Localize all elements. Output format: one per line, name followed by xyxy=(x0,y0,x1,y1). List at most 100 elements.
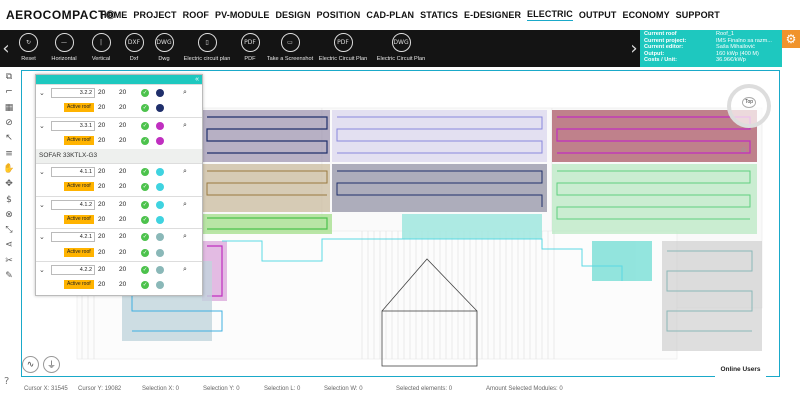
select-arrow-icon[interactable]: ↖ xyxy=(2,131,16,145)
scissors-icon[interactable]: ✂ xyxy=(2,254,16,268)
settings-gear-icon[interactable]: ⚙ xyxy=(782,30,800,48)
chevron-down-icon[interactable]: ⌄ xyxy=(39,89,45,97)
nav-item-project[interactable]: PROJECT xyxy=(133,10,176,21)
search-icon[interactable]: ⌕ xyxy=(183,88,187,97)
search-icon[interactable]: ⌕ xyxy=(183,200,187,209)
dollar-icon[interactable]: $ xyxy=(2,192,16,206)
active-roof-badge[interactable]: Active roof xyxy=(64,247,94,257)
layers-icon[interactable]: ≡ xyxy=(2,146,16,160)
string-id-field[interactable]: 4.1.2 xyxy=(51,199,95,210)
vertical-button[interactable]: | Vertical xyxy=(83,30,119,67)
dwg-button[interactable]: DWG Dwg xyxy=(149,30,179,67)
nav-item-design[interactable]: DESIGN xyxy=(275,10,310,21)
nav-item-statics[interactable]: STATICS xyxy=(420,10,458,21)
home-view-icon[interactable]: ⌂ xyxy=(741,145,746,154)
active-roof-badge[interactable]: Active roof xyxy=(64,103,94,113)
string-color-swatch[interactable] xyxy=(156,281,164,290)
string-id-field[interactable]: 4.1.1 xyxy=(51,167,95,178)
electric-toolbar: ‹ ↻ Reset — Horizontal | Vertical DXF Dxf DWG Dwg… xyxy=(0,30,640,67)
hand-pan-icon[interactable]: ✋ xyxy=(2,162,16,176)
chevron-down-icon[interactable]: ⌄ xyxy=(39,168,45,176)
compass-top-label[interactable]: Top xyxy=(742,97,756,108)
collapse-panel-icon[interactable]: « xyxy=(195,75,199,84)
horizontal-icon: — xyxy=(54,33,74,52)
string-id-field[interactable]: 3.3.1 xyxy=(51,120,95,131)
chevron-down-icon[interactable]: ⌄ xyxy=(39,233,45,241)
string-id-field[interactable]: 4.2.1 xyxy=(51,232,95,243)
string-color-swatch[interactable] xyxy=(156,121,164,130)
string-color-swatch[interactable] xyxy=(156,216,164,225)
stop-icon[interactable]: ⊗ xyxy=(2,208,16,222)
string-id-field[interactable]: 4.2.2 xyxy=(51,264,95,275)
nav-item-electric[interactable]: ELECTRIC xyxy=(527,9,573,21)
string-route-icon[interactable]: ∿ xyxy=(22,356,39,373)
search-icon[interactable]: ⌕ xyxy=(183,265,187,274)
string-color-swatch[interactable] xyxy=(156,233,164,242)
toolbar-button-label: Electric Circuit Plan xyxy=(376,56,426,62)
nav-item-pv-module[interactable]: PV-MODULE xyxy=(215,10,269,21)
string-color-swatch[interactable] xyxy=(156,104,164,113)
grid-icon[interactable]: ▦ xyxy=(2,101,16,115)
cursor-y: Cursor Y: 19082 xyxy=(78,386,122,392)
electric-circuit-plan-button[interactable]: ▯ Electric circuit plan xyxy=(179,30,235,67)
nav-item-e-designer[interactable]: E-DESIGNER xyxy=(464,10,521,21)
nav-item-cad-plan[interactable]: CAD-PLAN xyxy=(366,10,414,21)
nav-item-support[interactable]: SUPPORT xyxy=(676,10,720,21)
toolbar-next-arrow-icon[interactable]: › xyxy=(628,30,640,67)
chevron-down-icon[interactable]: ⌄ xyxy=(39,122,45,130)
chevron-down-icon[interactable]: ⌄ xyxy=(39,201,45,209)
top-navigation: AEROCOMPACT® HOME PROJECT ROOF PV-MODULE DES… xyxy=(0,0,800,30)
pdf-button[interactable]: PDF PDF xyxy=(235,30,265,67)
toolbar-button-label: Take a Screenshot xyxy=(266,56,314,62)
string-color-swatch[interactable] xyxy=(156,183,164,192)
selection-w: Selection W: 0 xyxy=(324,386,363,392)
electric-circuit-plan-button[interactable]: DWG Electric Circuit Plan xyxy=(371,30,431,67)
string-color-swatch[interactable] xyxy=(156,200,164,209)
active-roof-badge[interactable]: Active roof xyxy=(64,215,94,225)
nav-item-output[interactable]: OUTPUT xyxy=(579,10,617,21)
search-icon[interactable]: ⌕ xyxy=(183,167,187,176)
toolbar-button-label: Dxf xyxy=(129,56,139,62)
copy-icon[interactable]: ⧉ xyxy=(2,70,16,84)
active-roof-badge[interactable]: Active roof xyxy=(64,280,94,290)
dxf-button[interactable]: DXF Dxf xyxy=(119,30,149,67)
chevron-down-icon[interactable]: ⌄ xyxy=(39,266,45,274)
corner-icon[interactable]: ⌐ xyxy=(2,85,16,99)
string-color-swatch[interactable] xyxy=(156,136,164,145)
string-row-detail: Active roof 20 20 ✓ xyxy=(36,212,202,228)
pencil-icon[interactable]: ✎ xyxy=(2,269,16,283)
take-a-screenshot-button[interactable]: ▭ Take a Screenshot xyxy=(265,30,315,67)
share-icon[interactable]: ⋖ xyxy=(2,238,16,252)
no-entry-icon[interactable]: ⊘ xyxy=(2,116,16,130)
string-color-swatch[interactable] xyxy=(156,265,164,274)
search-icon[interactable]: ⌕ xyxy=(183,121,187,130)
electric-circuit-plan-button[interactable]: PDF Electric Circuit Plan xyxy=(315,30,371,67)
aerocompact-logo[interactable]: AEROCOMPACT® xyxy=(0,8,115,22)
nav-item-position[interactable]: POSITION xyxy=(317,10,361,21)
module-count: 20 xyxy=(98,233,106,241)
check-ok-icon: ✓ xyxy=(141,104,149,113)
module-count-max: 20 xyxy=(119,200,127,208)
toolbar-prev-arrow-icon[interactable]: ‹ xyxy=(0,30,12,67)
ground-icon[interactable]: ⏚ xyxy=(43,356,60,373)
module-count: 20 xyxy=(98,200,106,208)
string-row: ⌄ 4.2.1 20 20 ✓ ⌕ xyxy=(36,228,202,244)
string-color-swatch[interactable] xyxy=(156,248,164,257)
edit-line-icon[interactable]: ⤡ xyxy=(2,223,16,237)
string-id-field[interactable]: 3.2.2 xyxy=(51,88,95,98)
nav-item-roof[interactable]: ROOF xyxy=(183,10,209,21)
view-compass[interactable]: Top xyxy=(727,84,771,128)
reset-button[interactable]: ↻ Reset xyxy=(12,30,45,67)
check-ok-icon: ✓ xyxy=(141,233,149,242)
nav-item-economy[interactable]: ECONOMY xyxy=(622,10,669,21)
active-roof-badge[interactable]: Active roof xyxy=(64,135,94,145)
string-color-swatch[interactable] xyxy=(156,89,164,97)
horizontal-button[interactable]: — Horizontal xyxy=(45,30,83,67)
nav-item-home[interactable]: HOME xyxy=(100,10,127,21)
search-icon[interactable]: ⌕ xyxy=(183,232,187,241)
move-icon[interactable]: ✥ xyxy=(2,177,16,191)
module-count-max: 20 xyxy=(119,104,127,112)
online-users-button[interactable]: Online Users xyxy=(715,363,766,377)
active-roof-badge[interactable]: Active roof xyxy=(64,182,94,192)
string-color-swatch[interactable] xyxy=(156,168,164,177)
